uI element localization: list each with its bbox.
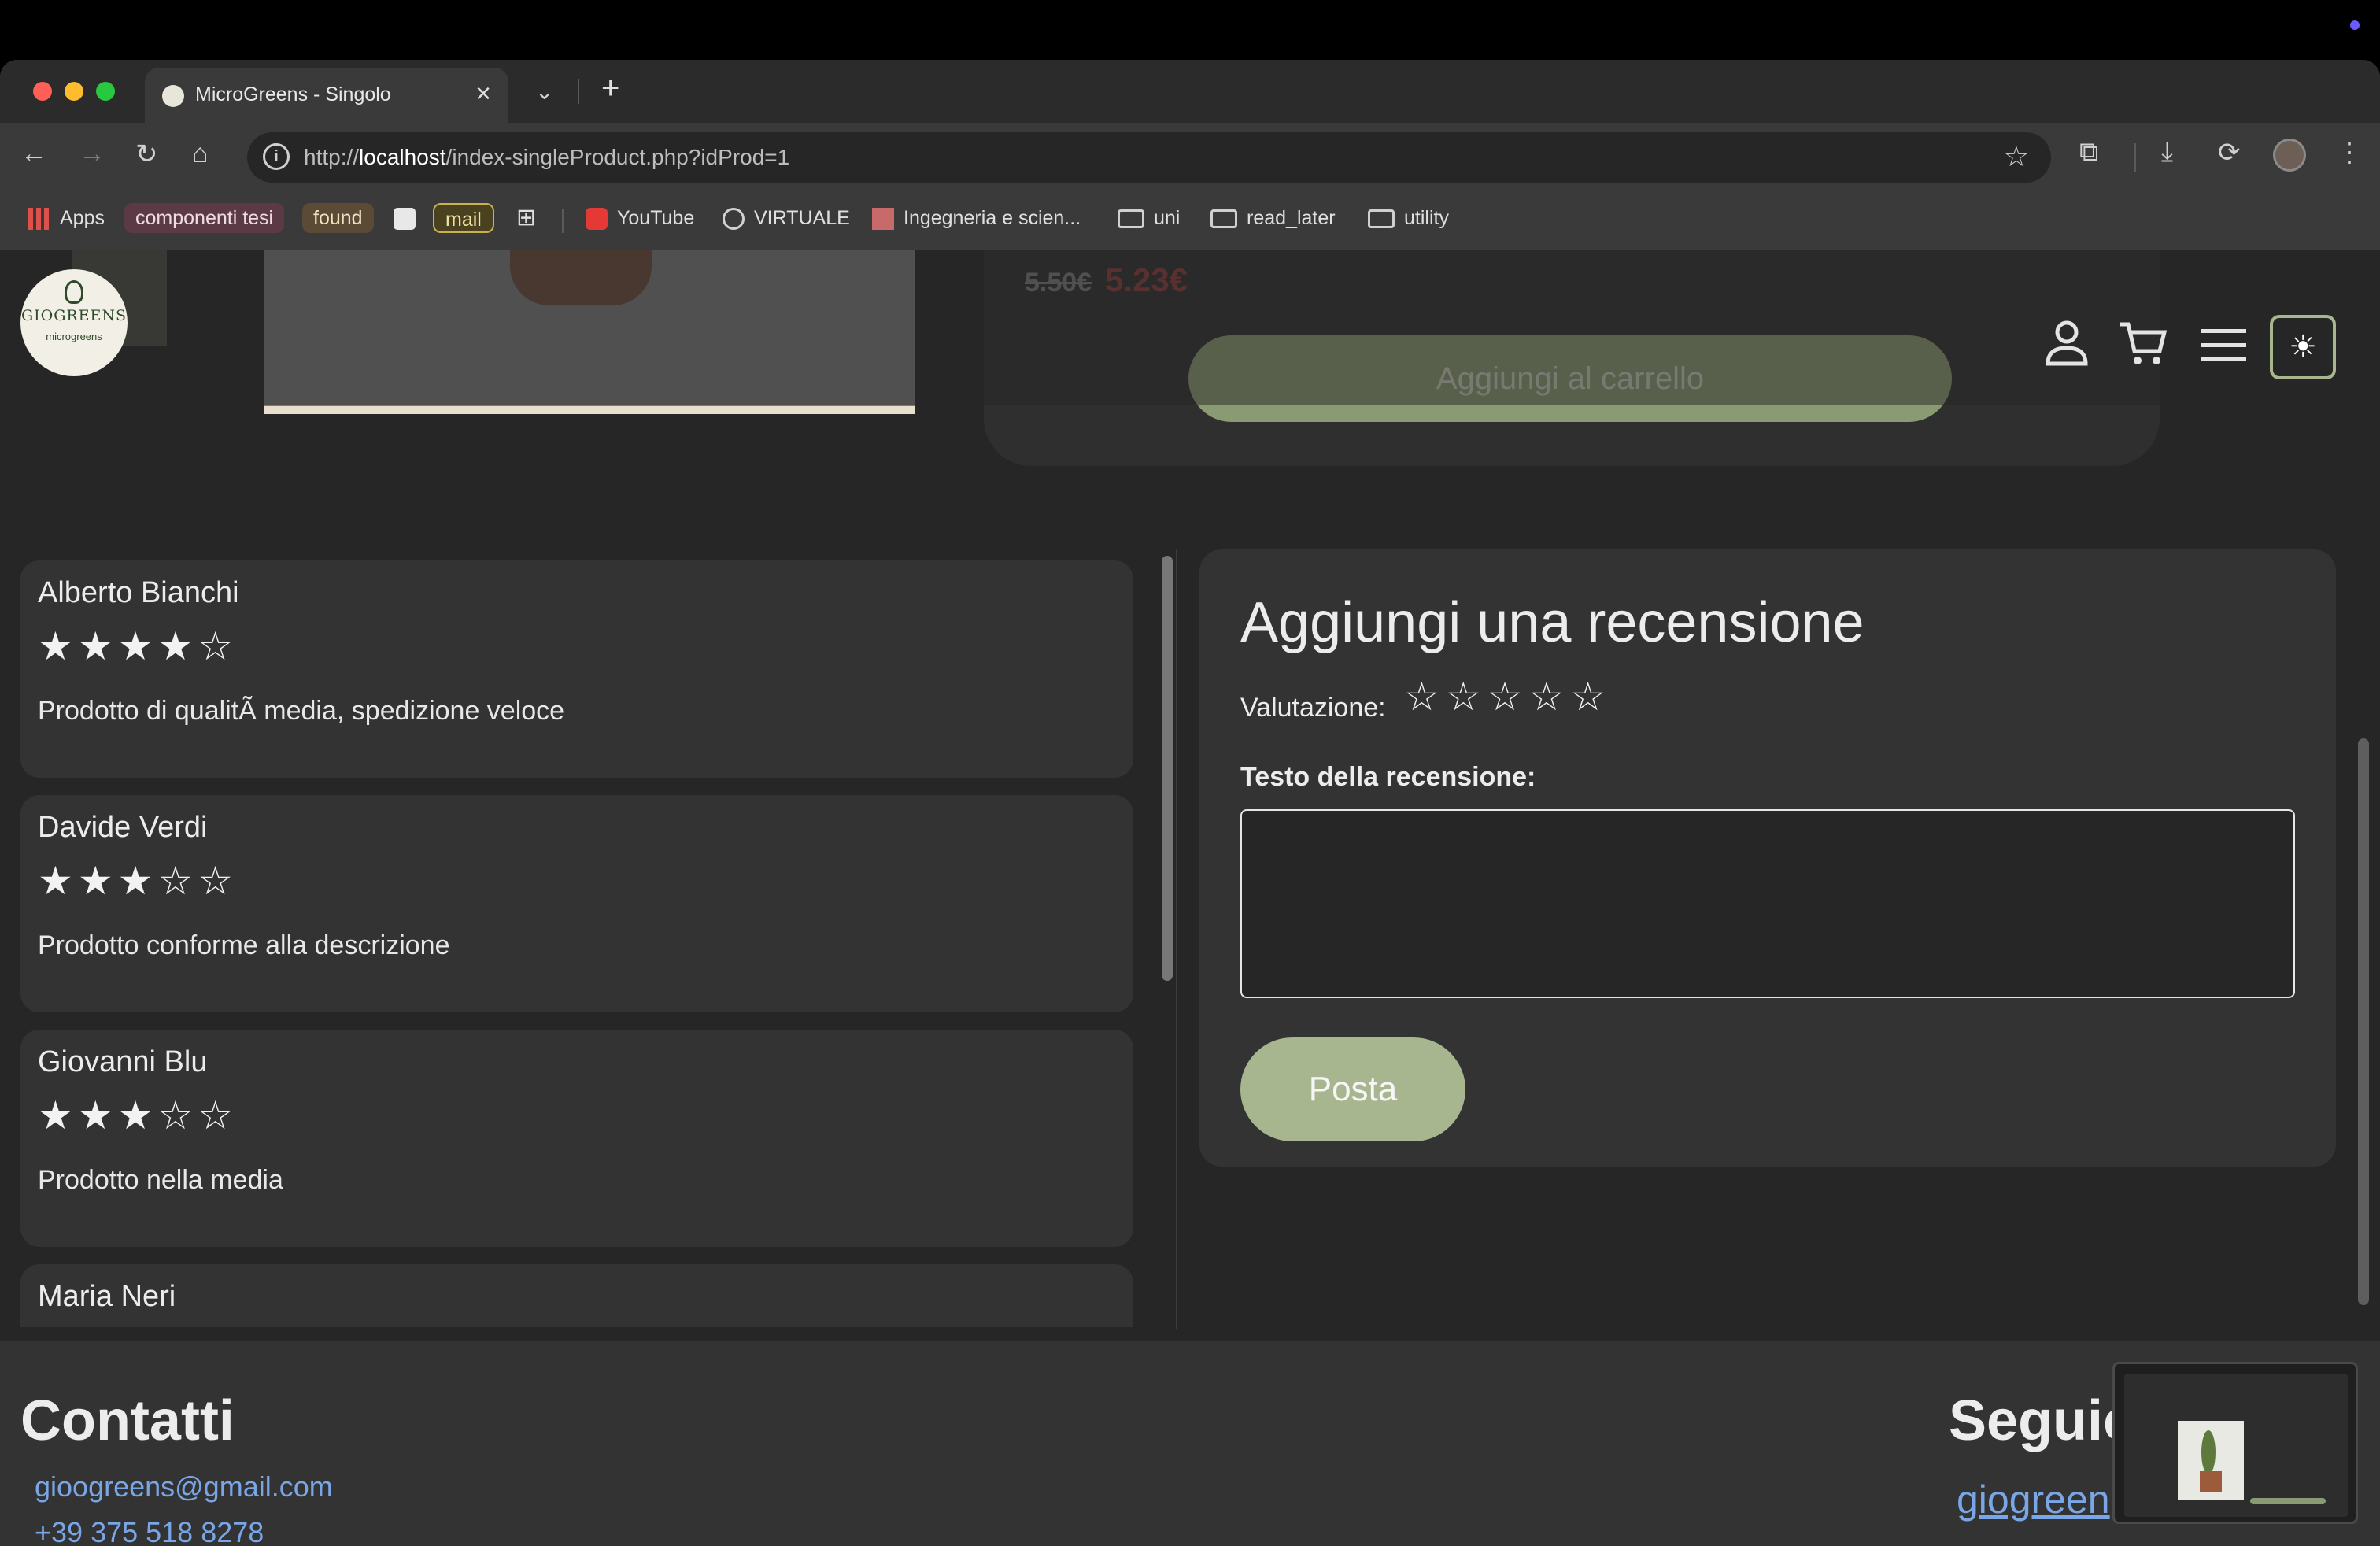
review-author: Alberto Bianchi	[38, 576, 239, 609]
tab-divider	[578, 79, 579, 104]
preview-leaf-shape	[2201, 1430, 2216, 1474]
forward-arrow-icon[interactable]: →	[79, 139, 105, 169]
contact-email-link[interactable]: gioogreens@gmail.com	[35, 1470, 333, 1503]
bookmark-apps[interactable]: Apps	[28, 203, 105, 233]
sun-icon: ☀	[2289, 330, 2317, 364]
bookmark-blank-icon[interactable]	[394, 208, 416, 230]
review-text-label: Testo della recensione:	[1240, 762, 1536, 792]
site-header: GIOGREENS microgreens ☀	[0, 250, 2380, 405]
post-review-button[interactable]: Posta	[1240, 1037, 1465, 1141]
reviews-scroll-thumb[interactable]	[1162, 556, 1173, 981]
extensions-icon[interactable]: ⧉	[2079, 137, 2098, 168]
review-card: Giovanni Blu ★★★☆☆ Prodotto nella media	[20, 1030, 1133, 1247]
logo-sub-text: microgreens	[46, 331, 102, 342]
preview-pot-shape	[2200, 1471, 2222, 1492]
theme-toggle-button[interactable]: ☀	[2270, 315, 2336, 379]
globe-icon	[722, 208, 745, 231]
bookmark-grid-icon[interactable]: ⊞	[516, 203, 536, 233]
site-footer: Contatti gioogreens@gmail.com +39 375 51…	[0, 1341, 2380, 1546]
reviews-list: Alberto Bianchi ★★★★☆ Prodotto di qualit…	[0, 537, 1181, 1327]
review-card: Maria Neri	[20, 1264, 1133, 1327]
review-text: Prodotto conforme alla descrizione	[38, 930, 450, 960]
url-text[interactable]: http://localhost/index-singleProduct.php…	[304, 145, 789, 170]
bookmark-folder-utility[interactable]: utility	[1368, 203, 1449, 233]
review-stars: ★★★☆☆	[38, 1093, 238, 1137]
bookmark-componenti-tesi[interactable]: componenti tesi	[124, 203, 285, 233]
youtube-icon	[586, 208, 608, 231]
leaf-logo-icon	[65, 280, 83, 304]
follow-title: Seguic	[1949, 1389, 2135, 1452]
bookmark-mail[interactable]: mail	[433, 203, 494, 233]
bookmarks-bar: Apps componenti tesi found mail ⊞ YouTub…	[0, 192, 2380, 246]
hamburger-menu-icon[interactable]	[2199, 326, 2248, 365]
bookmark-star-icon[interactable]: ☆	[2004, 140, 2029, 173]
review-author: Davide Verdi	[38, 811, 208, 844]
macos-menubar	[0, 0, 2380, 60]
reload-icon[interactable]: ↻	[135, 139, 158, 170]
site-info-icon[interactable]: i	[263, 143, 290, 170]
bookmark-virtuale[interactable]: VIRTUALE	[722, 203, 850, 233]
maximize-window-button[interactable]	[96, 82, 115, 101]
status-dot-icon	[2350, 20, 2360, 30]
address-bar[interactable]: i http://localhost/index-singleProduct.p…	[247, 132, 2051, 183]
tab-strip: MicroGreens - Singolo × ⌄ +	[0, 60, 2380, 123]
bookmark-found[interactable]: found	[302, 203, 374, 233]
performance-icon[interactable]: ⟳	[2218, 137, 2241, 168]
rating-star-input[interactable]: ☆☆☆☆☆	[1404, 674, 1612, 719]
tab-favicon-icon	[162, 85, 184, 107]
back-arrow-icon[interactable]: ←	[20, 139, 47, 169]
preview-content	[2124, 1374, 2348, 1517]
contacts-title: Contatti	[20, 1389, 235, 1452]
bookmark-ingegneria[interactable]: Ingegneria e scien...	[872, 203, 1081, 233]
preview-button-shape	[2250, 1498, 2326, 1504]
page-scrollbar[interactable]	[2358, 738, 2369, 1305]
home-icon[interactable]: ⌂	[192, 139, 209, 169]
site-favicon-icon	[872, 208, 894, 231]
bookmark-folder-uni[interactable]: uni	[1118, 203, 1180, 233]
review-stars: ★★★☆☆	[38, 859, 238, 903]
cart-icon[interactable]	[2117, 318, 2169, 368]
tab-close-icon[interactable]: ×	[475, 79, 491, 109]
screenshot-preview-thumbnail[interactable]	[2112, 1362, 2358, 1524]
folder-icon	[1368, 209, 1395, 229]
toolbar-divider	[2134, 143, 2136, 172]
browser-chrome: MicroGreens - Singolo × ⌄ + ← → ↻ ⌂ i ht…	[0, 60, 2380, 250]
folder-icon	[1118, 209, 1144, 229]
bookmark-youtube[interactable]: YouTube	[586, 203, 694, 233]
close-window-button[interactable]	[33, 82, 52, 101]
add-review-title: Aggiungi una recensione	[1240, 591, 1864, 654]
tab-list-chevron-icon[interactable]: ⌄	[535, 79, 553, 105]
folder-icon	[1210, 209, 1237, 229]
bookmark-folder-read-later[interactable]: read_later	[1210, 203, 1336, 233]
user-icon[interactable]	[2043, 318, 2090, 368]
review-author: Giovanni Blu	[38, 1045, 208, 1078]
review-text: Prodotto di qualitÃ media, spedizione ve…	[38, 696, 565, 726]
bookmark-divider	[562, 209, 564, 233]
rating-label: Valutazione:	[1240, 693, 1386, 723]
contact-phone-link[interactable]: +39 375 518 8278	[35, 1516, 264, 1546]
review-text: Prodotto nella media	[38, 1165, 283, 1195]
new-tab-button[interactable]: +	[601, 71, 619, 106]
tab-title: MicroGreens - Singolo	[195, 83, 391, 105]
review-card: Alberto Bianchi ★★★★☆ Prodotto di qualit…	[20, 560, 1133, 778]
page-viewport: 5.50€ 5.23€ Aggiungi al carrello GIOGREE…	[0, 250, 2380, 1546]
logo-brand-text: GIOGREENS	[20, 307, 128, 324]
browser-tab-active[interactable]: MicroGreens - Singolo ×	[145, 68, 508, 123]
menu-kebab-icon[interactable]: ⋮	[2336, 137, 2363, 168]
social-link[interactable]: giogreen	[1957, 1477, 2110, 1522]
preview-plant-image	[2178, 1421, 2244, 1500]
browser-toolbar: ← → ↻ ⌂ i http://localhost/index-singleP…	[0, 123, 2380, 190]
review-stars: ★★★★☆	[38, 624, 238, 668]
minimize-window-button[interactable]	[65, 82, 83, 101]
apps-grid-icon	[28, 208, 50, 231]
review-textarea[interactable]	[1240, 809, 2295, 998]
reviews-scrollbar[interactable]	[1155, 549, 1177, 1329]
add-review-form: Aggiungi una recensione Valutazione: ☆☆☆…	[1199, 549, 2336, 1167]
profile-avatar[interactable]	[2273, 139, 2306, 172]
review-author: Maria Neri	[38, 1280, 176, 1313]
site-logo[interactable]: GIOGREENS microgreens	[20, 269, 128, 376]
download-icon[interactable]: ⤓	[2161, 137, 2173, 168]
review-card: Davide Verdi ★★★☆☆ Prodotto conforme all…	[20, 795, 1133, 1012]
